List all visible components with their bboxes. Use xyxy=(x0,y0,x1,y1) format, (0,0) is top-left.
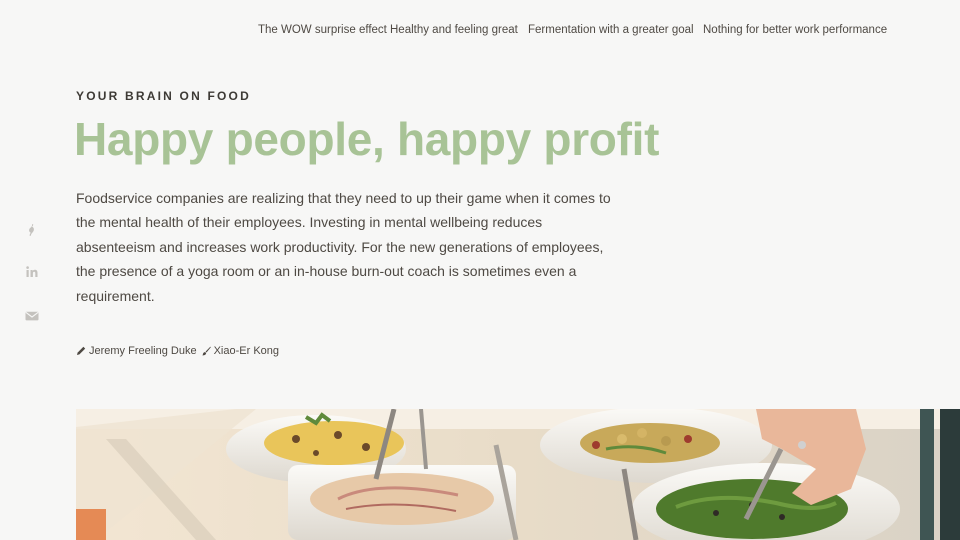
article-kicker: YOUR BRAIN ON FOOD xyxy=(76,89,251,103)
hero-image xyxy=(76,409,960,540)
nav-link-fermentation[interactable]: Fermentation with a greater goal xyxy=(528,22,694,38)
facebook-icon[interactable] xyxy=(24,222,40,238)
nav-link-healthy[interactable]: Healthy and feeling great xyxy=(390,22,518,38)
brush-icon xyxy=(201,346,211,356)
linkedin-icon[interactable] xyxy=(24,264,40,280)
author-name[interactable]: Jeremy Freeling Duke xyxy=(89,344,197,358)
food-buffet-photo xyxy=(76,409,960,540)
article-title: Happy people, happy profit xyxy=(74,113,660,165)
nav-link-work-performance[interactable]: Nothing for better work performance xyxy=(703,22,887,38)
top-navigation: The WOW surprise effect Healthy and feel… xyxy=(0,22,960,38)
author-name[interactable]: Xiao-Er Kong xyxy=(214,344,279,358)
article-lede: Foodservice companies are realizing that… xyxy=(76,190,611,304)
mail-icon[interactable] xyxy=(24,308,40,324)
article-authors: Jeremy Freeling Duke Xiao-Er Kong xyxy=(76,344,279,358)
nav-link-wow-surprise[interactable]: The WOW surprise effect xyxy=(258,22,387,38)
pen-icon xyxy=(76,346,86,356)
author-entry: Xiao-Er Kong xyxy=(201,344,279,358)
